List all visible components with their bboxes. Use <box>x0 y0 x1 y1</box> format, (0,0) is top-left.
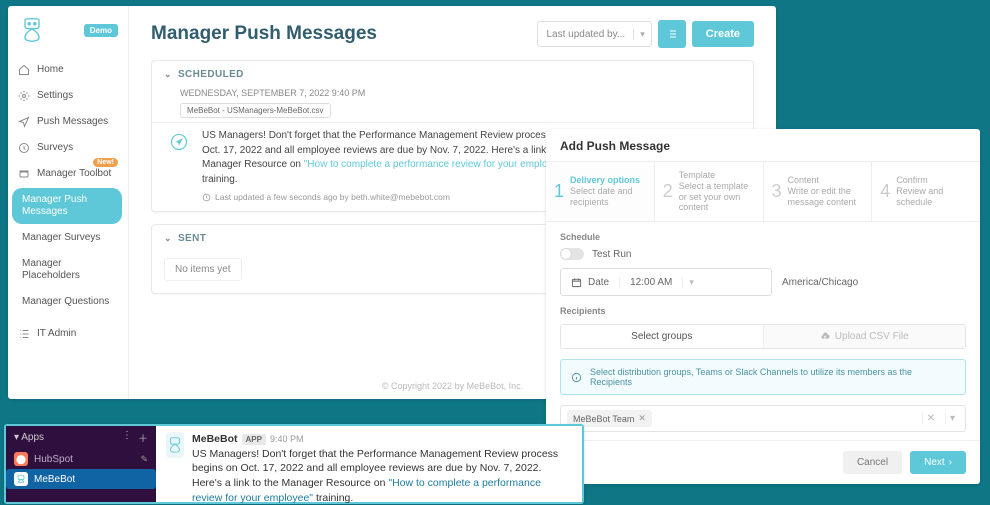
slack-avatar <box>166 432 184 458</box>
calendar-icon <box>571 277 582 288</box>
scheduled-date: WEDNESDAY, SEPTEMBER 7, 2022 9:40 PM <box>180 88 739 98</box>
next-button[interactable]: Next› <box>910 451 966 474</box>
nav-manager-questions[interactable]: Manager Questions <box>12 290 122 314</box>
tab-select-groups[interactable]: Select groups <box>561 325 764 348</box>
pencil-icon[interactable]: ✎ <box>140 454 148 465</box>
nav-it-admin[interactable]: IT Admin <box>12 322 122 346</box>
nav-manager-placeholders[interactable]: Manager Placeholders <box>12 252 122 288</box>
nav-manager-toolbot[interactable]: Manager ToolbotNew! <box>12 162 122 186</box>
slack-app-mebebot[interactable]: MeBeBot <box>6 469 156 489</box>
section-scheduled-toggle[interactable]: ⌄SCHEDULED <box>152 61 753 88</box>
test-run-label: Test Run <box>592 249 631 260</box>
clock-icon <box>202 193 211 202</box>
new-badge: New! <box>93 158 118 167</box>
nav-home[interactable]: Home <box>12 58 122 82</box>
nav-surveys[interactable]: Surveys <box>12 136 122 160</box>
brand-logo-icon <box>18 16 46 44</box>
cancel-button[interactable]: Cancel <box>843 451 902 474</box>
chevron-down-icon: ▾ <box>633 29 651 40</box>
step-confirm[interactable]: 4ConfirmReview and schedule <box>872 162 980 221</box>
timezone-label: America/Chicago <box>782 277 858 288</box>
slack-apps-header[interactable]: ▾ Apps⋮＋ <box>6 426 156 449</box>
recipients-label: Recipients <box>560 306 966 316</box>
page-title: Manager Push Messages <box>151 23 377 45</box>
message-link[interactable]: "How to complete a performance review fo… <box>304 159 567 170</box>
cloud-upload-icon <box>820 332 830 342</box>
clear-all-icon[interactable]: ✕ <box>922 413 939 424</box>
caret-down-icon: ⌄ <box>164 233 172 244</box>
nav-settings[interactable]: Settings <box>12 84 122 108</box>
chevron-right-icon: › <box>949 457 952 468</box>
slack-app-hubspot[interactable]: ⬤HubSpot✎ <box>6 449 156 469</box>
send-icon <box>164 129 194 203</box>
list-view-button[interactable] <box>658 20 686 48</box>
info-icon <box>571 372 582 383</box>
slack-more-icon[interactable]: ⋮ <box>122 430 132 445</box>
slack-message: MeBeBotAPP9:40 PM US Managers! Don't for… <box>192 432 572 496</box>
chevron-down-icon: ▾ <box>682 277 700 288</box>
chevron-down-icon[interactable]: ▾ <box>945 413 959 424</box>
test-run-toggle[interactable] <box>560 248 584 260</box>
last-updated-filter[interactable]: Last updated by...▾ <box>537 21 651 47</box>
nav-manager-push-messages[interactable]: Manager Push Messages <box>12 188 122 224</box>
step-content[interactable]: 3ContentWrite or edit the message conten… <box>764 162 873 221</box>
scheduled-message: US Managers! Don't forget that the Perfo… <box>202 129 603 203</box>
chip-remove-icon[interactable]: ✕ <box>638 413 646 424</box>
modal-title: Add Push Message <box>546 129 980 161</box>
slack-add-icon[interactable]: ＋ <box>138 430 148 445</box>
tab-upload-csv[interactable]: Upload CSV File <box>764 325 966 348</box>
step-template[interactable]: 2TemplateSelect a template or set your o… <box>655 162 764 221</box>
no-items-label: No items yet <box>164 258 242 281</box>
schedule-label: Schedule <box>560 232 966 242</box>
create-button[interactable]: Create <box>692 21 754 47</box>
info-banner: Select distribution groups, Teams or Sla… <box>560 359 966 395</box>
nav-push-messages[interactable]: Push Messages <box>12 110 122 134</box>
date-picker[interactable]: Date 12:00 AM ▾ <box>560 268 772 296</box>
recipient-select[interactable]: MeBeBot Team✕ ✕ ▾ <box>560 405 966 432</box>
demo-badge: Demo <box>84 24 118 37</box>
file-chip: MeBeBot - USManagers-MeBeBot.csv <box>180 103 331 118</box>
step-delivery[interactable]: 1Delivery optionsSelect date and recipie… <box>546 162 655 221</box>
caret-down-icon: ⌄ <box>164 69 172 80</box>
nav-manager-surveys[interactable]: Manager Surveys <box>12 226 122 250</box>
